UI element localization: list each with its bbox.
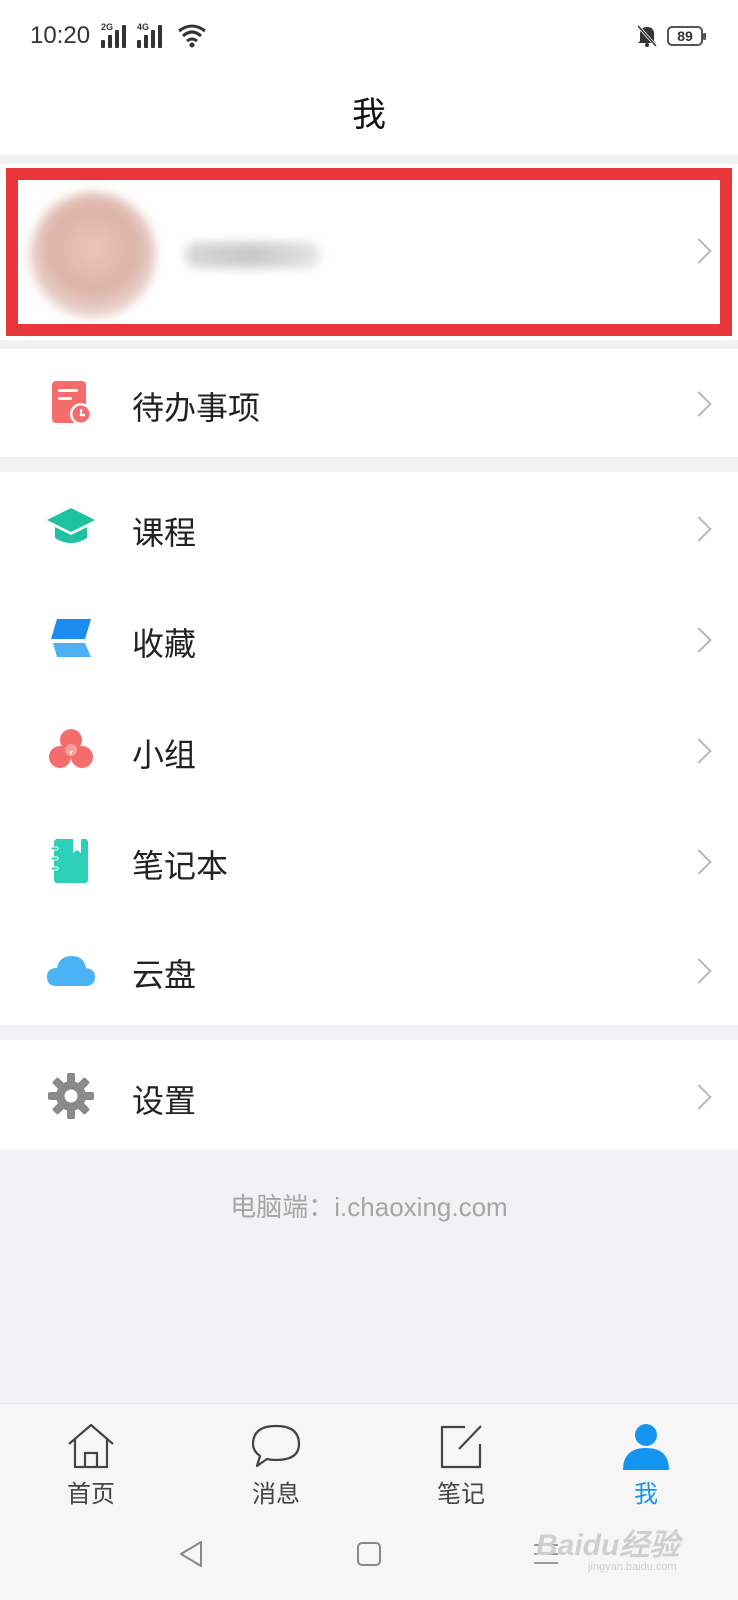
bottom-tab-bar: 首页 消息 笔记 我: [0, 1403, 738, 1516]
menu-group-main: 课程 收藏 小组 笔记本 云盘: [0, 472, 738, 1025]
tab-notes[interactable]: 笔记: [411, 1422, 511, 1509]
tab-label: 首页: [67, 1481, 115, 1508]
cloud-icon: [47, 956, 95, 986]
wifi-icon: [178, 24, 206, 48]
signal-type-label: 4G: [137, 22, 150, 32]
chat-bubble-icon: [251, 1424, 301, 1468]
signal-type-label: 2G: [101, 22, 114, 32]
menu-item-label: 待办事项: [132, 390, 261, 426]
menu-item-label: 笔记本: [132, 848, 229, 884]
tab-label: 我: [634, 1481, 658, 1508]
menu-item-label: 收藏: [132, 626, 197, 662]
group-circles-icon: [49, 729, 93, 768]
watermark-url: jingyan.baidu.com: [588, 1561, 677, 1573]
chevron-right-icon: [686, 1084, 712, 1110]
tab-messages[interactable]: 消息: [226, 1422, 326, 1509]
edit-note-icon: [440, 1425, 482, 1469]
gear-icon: [48, 1073, 94, 1119]
menu-group-todo: 待办事项: [0, 349, 738, 457]
graduation-cap-icon: [47, 508, 95, 543]
menu-item-label: 设置: [132, 1083, 197, 1119]
person-icon: [623, 1424, 669, 1470]
menu-item-label: 课程: [132, 515, 197, 551]
signal-icon: 2G: [101, 22, 131, 48]
menu-item-group[interactable]: 小组: [0, 694, 738, 805]
chevron-right-icon: [686, 849, 712, 875]
chevron-right-icon: [686, 627, 712, 653]
tab-me[interactable]: 我: [596, 1422, 696, 1509]
chevron-right-icon: [686, 391, 712, 417]
menu-item-course[interactable]: 课程: [0, 472, 738, 583]
pc-link-text: 电脑端：i.chaoxing.com: [230, 1192, 508, 1222]
menu-item-label: 小组: [132, 737, 197, 773]
notebook-icon: [50, 839, 88, 883]
chevron-right-icon: [686, 738, 712, 764]
status-time: 10:20: [30, 22, 91, 49]
chevron-right-icon: [686, 516, 712, 542]
back-icon[interactable]: [177, 1539, 205, 1569]
menu-item-notebook[interactable]: 笔记本: [0, 805, 738, 916]
home-square-icon[interactable]: [356, 1541, 382, 1567]
menu-item-favorites[interactable]: 收藏: [0, 583, 738, 694]
tab-home[interactable]: 首页: [41, 1422, 141, 1509]
watermark-logo: Baidu经验: [536, 1529, 680, 1562]
menu-item-settings[interactable]: 设置: [0, 1040, 738, 1150]
bookmark-layers-icon: [51, 619, 91, 657]
highlight-box: [6, 168, 732, 336]
title-bar: 我: [0, 75, 738, 156]
tab-label: 笔记: [437, 1481, 485, 1508]
chevron-right-icon: [686, 958, 712, 984]
tab-label: 消息: [252, 1481, 300, 1508]
todo-clock-icon: [52, 381, 92, 425]
menu-item-label: 云盘: [132, 957, 197, 993]
menu-item-todo[interactable]: 待办事项: [0, 349, 738, 457]
menu-group-settings: 设置: [0, 1040, 738, 1150]
profile-card[interactable]: [0, 164, 738, 340]
signal-icon: 4G: [137, 22, 167, 48]
battery-icon: 89: [667, 26, 706, 46]
bell-off-icon: [636, 24, 658, 48]
home-icon: [68, 1423, 114, 1469]
menu-item-cloud[interactable]: 云盘: [0, 916, 738, 1025]
page-title: 我: [352, 96, 386, 134]
status-bar: 10:20 2G 4G 89: [0, 0, 738, 75]
